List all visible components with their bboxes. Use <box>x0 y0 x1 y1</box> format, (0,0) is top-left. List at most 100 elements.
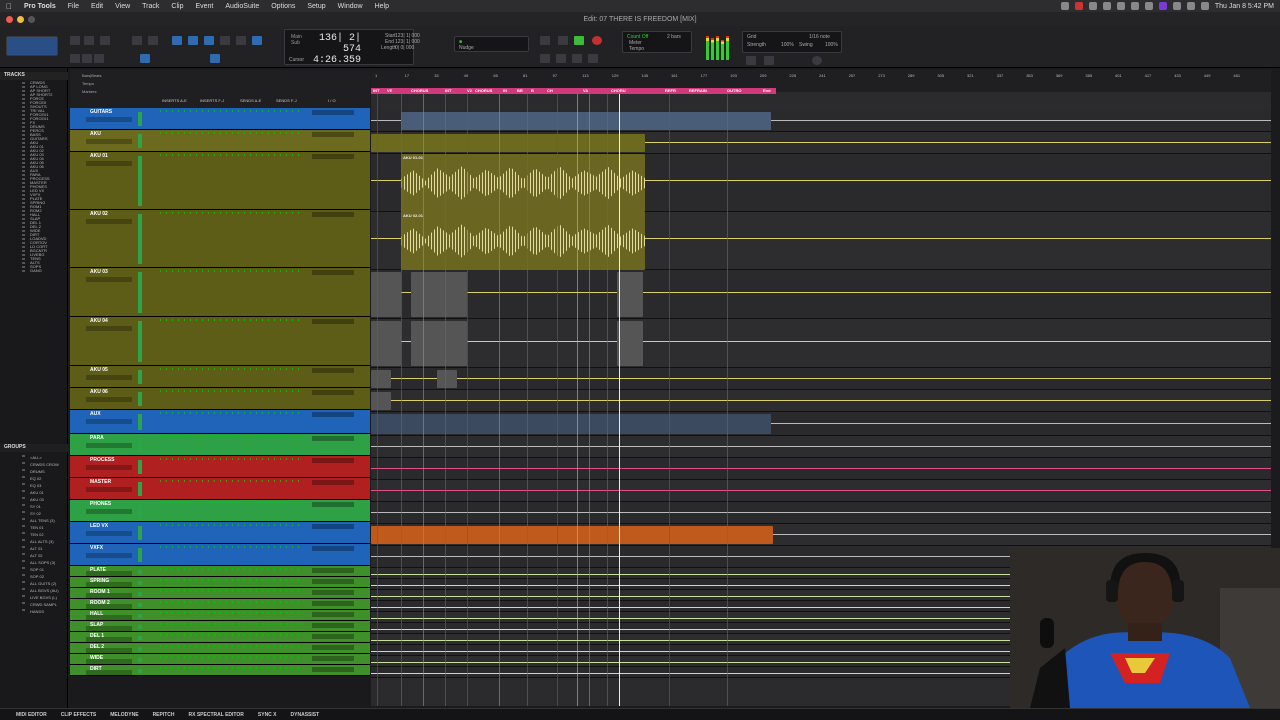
track-io-selector[interactable] <box>312 645 354 650</box>
track-header[interactable]: AUX <box>70 410 370 434</box>
track-insert-slots[interactable] <box>160 667 300 669</box>
track-lane[interactable] <box>371 480 1271 502</box>
track-state-buttons[interactable] <box>86 219 132 224</box>
marker[interactable]: REFRAIN <box>689 88 707 94</box>
track-state-buttons[interactable] <box>86 465 132 470</box>
volume-automation-line[interactable] <box>371 468 1271 469</box>
track-insert-slots[interactable] <box>160 319 300 321</box>
marker[interactable]: CH <box>547 88 553 94</box>
sidebar-group-item[interactable]: SY 02 <box>0 510 68 517</box>
play-button[interactable] <box>574 36 584 45</box>
track-name[interactable]: PARA <box>90 435 104 441</box>
track-io-selector[interactable] <box>312 612 354 617</box>
fast-forward-button[interactable] <box>556 54 566 63</box>
sidebar-group-item[interactable]: SOP 02 <box>0 573 68 580</box>
tab-to-transient-button[interactable] <box>140 54 150 63</box>
track-name[interactable]: AKU 01 <box>90 153 108 159</box>
track-state-buttons[interactable] <box>86 509 132 514</box>
track-name[interactable]: AKU 02 <box>90 211 108 217</box>
summary-clip[interactable] <box>617 321 643 366</box>
track-insert-slots[interactable] <box>160 436 300 438</box>
summary-clip[interactable] <box>371 370 391 388</box>
track-header[interactable]: DIRT <box>70 665 370 676</box>
search-icon[interactable] <box>746 56 756 65</box>
trim-tool-button[interactable] <box>172 36 182 45</box>
volume-automation-line[interactable] <box>371 512 1271 513</box>
track-insert-slots[interactable] <box>160 546 300 548</box>
sidebar-group-item[interactable]: CRWDS CROW <box>0 461 68 468</box>
summary-clip[interactable] <box>437 370 457 388</box>
sidebar-group-item[interactable]: EQ 02 <box>0 475 68 482</box>
track-state-buttons[interactable] <box>86 117 132 122</box>
scrubber-tool-button[interactable] <box>220 36 230 45</box>
marker[interactable]: REFR <box>665 88 676 94</box>
track-lane[interactable] <box>371 390 1271 412</box>
tab-sync-x[interactable]: SYNC X <box>258 712 277 718</box>
volume-automation-line[interactable] <box>371 400 1271 401</box>
summary-clip[interactable] <box>371 321 401 366</box>
track-state-buttons[interactable] <box>86 659 132 664</box>
apple-menu-icon[interactable]:  <box>0 2 18 11</box>
ruler-markers[interactable]: Markers <box>82 89 96 94</box>
summary-clip[interactable] <box>371 134 645 152</box>
shield-icon[interactable] <box>1116 2 1125 10</box>
marker[interactable]: VA <box>583 88 588 94</box>
track-state-buttons[interactable] <box>86 593 132 598</box>
marker[interactable]: OUTRO <box>727 88 741 94</box>
volume-automation-line[interactable] <box>371 378 1271 379</box>
volume-icon[interactable] <box>1144 2 1153 10</box>
sidebar-group-item[interactable]: ALL BGVS (AU) <box>0 587 68 594</box>
track-state-buttons[interactable] <box>86 161 132 166</box>
stop-button[interactable] <box>558 36 568 45</box>
app-status-icon[interactable] <box>1158 2 1167 10</box>
loop-button[interactable] <box>588 54 598 63</box>
clock[interactable]: Thu Jan 8 5:42 PM <box>1215 3 1274 10</box>
menu-view[interactable]: View <box>109 3 136 10</box>
menu-track[interactable]: Track <box>136 3 165 10</box>
track-state-buttons[interactable] <box>86 277 132 282</box>
marker[interactable]: End <box>763 88 771 94</box>
track-state-buttons[interactable] <box>86 648 132 653</box>
track-lane[interactable] <box>371 502 1271 524</box>
track-header[interactable]: PHONES <box>70 500 370 522</box>
track-io-selector[interactable] <box>312 132 354 137</box>
sidebar-group-item[interactable]: EQ 03 <box>0 482 68 489</box>
track-header[interactable]: ROOM 1 <box>70 588 370 599</box>
selector-tool-button[interactable] <box>188 36 198 45</box>
track-io-selector[interactable] <box>312 270 354 275</box>
marker[interactable]: BR <box>517 88 523 94</box>
track-lane[interactable] <box>371 436 1271 458</box>
track-insert-slots[interactable] <box>160 612 300 614</box>
track-header[interactable]: SPRING <box>70 577 370 588</box>
go-to-end-button[interactable] <box>572 54 582 63</box>
track-insert-slots[interactable] <box>160 132 300 134</box>
track-io-selector[interactable] <box>312 568 354 573</box>
track-insert-slots[interactable] <box>160 154 300 156</box>
track-insert-slots[interactable] <box>160 458 300 460</box>
summary-clip[interactable] <box>371 526 773 544</box>
track-header[interactable]: AKU <box>70 130 370 152</box>
track-io-selector[interactable] <box>312 319 354 324</box>
sidebar-track-item[interactable]: GANG <box>0 269 68 273</box>
main-counter[interactable]: 136| 2| 574 <box>307 33 361 55</box>
track-insert-slots[interactable] <box>160 568 300 570</box>
track-lane[interactable] <box>371 368 1271 390</box>
track-state-buttons[interactable] <box>86 615 132 620</box>
sidebar-group-item[interactable]: ALL GUITS (2) <box>0 580 68 587</box>
track-insert-slots[interactable] <box>160 212 300 214</box>
zoom-window-button[interactable] <box>28 15 35 23</box>
track-state-buttons[interactable] <box>86 397 132 402</box>
marker-ruler[interactable]: INT VE CHORUS INT V2 CHORUS IN BR B CH VA CHORU REFR… <box>371 88 776 94</box>
sidebar-group-item[interactable]: LIVE BGVS (L) <box>0 594 68 601</box>
sidebar-group-item[interactable]: DRUMS <box>0 468 68 475</box>
summary-clip[interactable] <box>401 112 771 130</box>
track-state-buttons[interactable] <box>86 326 132 331</box>
sidebar-group-item[interactable]: TEN 01 <box>0 524 68 531</box>
track-name[interactable]: AUX <box>90 411 101 417</box>
tab-dynassist[interactable]: DYNASSIST <box>291 712 320 718</box>
track-state-buttons[interactable] <box>86 487 132 492</box>
audio-clip[interactable]: AKU 02-01 <box>401 212 645 270</box>
menu-edit[interactable]: Edit <box>85 3 109 10</box>
track-name[interactable]: MASTER <box>90 479 111 485</box>
track-io-selector[interactable] <box>312 601 354 606</box>
